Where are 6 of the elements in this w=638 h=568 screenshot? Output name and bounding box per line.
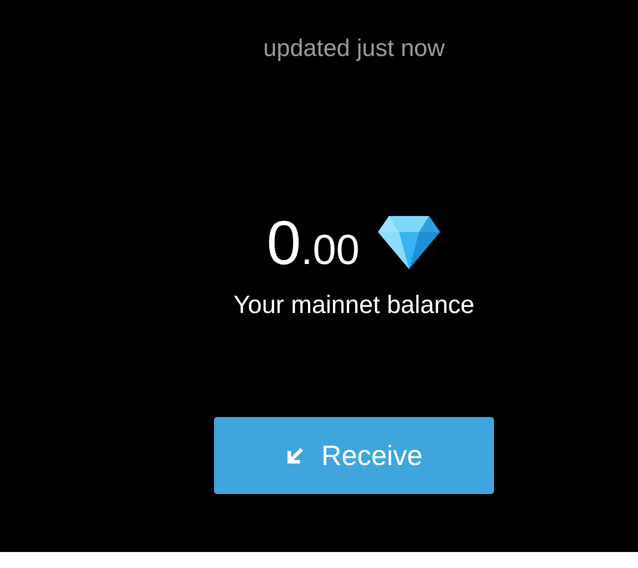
balance-label: Your mainnet balance: [234, 291, 474, 320]
arrow-down-left-icon: [285, 446, 306, 466]
gem-icon: [377, 214, 442, 270]
update-status: updated just now: [263, 35, 445, 63]
balance-amount: 0.00: [266, 213, 360, 275]
receive-button[interactable]: Receive: [214, 417, 494, 494]
